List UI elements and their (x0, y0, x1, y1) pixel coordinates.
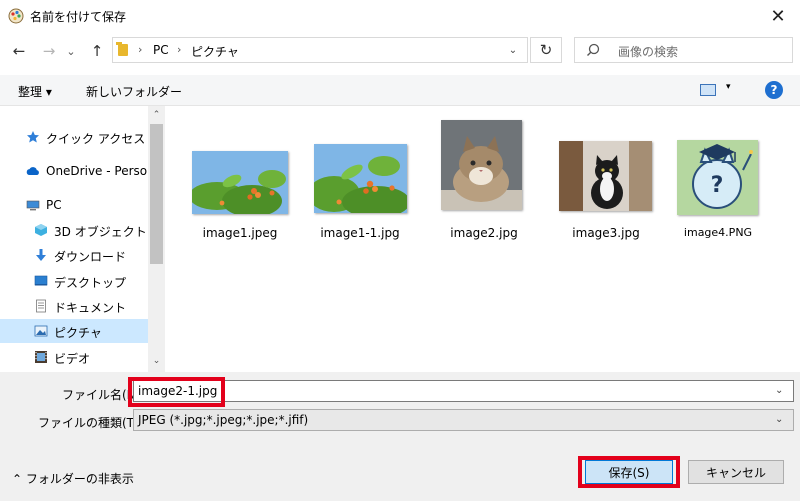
back-button[interactable]: ← (8, 40, 30, 62)
scroll-down-button[interactable]: ⌄ (148, 354, 165, 368)
image-thumbnail (314, 144, 407, 213)
filetype-label: ファイルの種類(T): (38, 416, 143, 430)
cancel-button[interactable]: キャンセル (688, 460, 784, 484)
breadcrumb-pictures[interactable]: ピクチャ (191, 43, 239, 60)
address-dropdown-button[interactable]: ⌄ (505, 42, 521, 58)
new-folder-button[interactable]: 新しいフォルダー (86, 83, 182, 100)
video-icon (35, 351, 47, 363)
sidebar-item-label: ドキュメント (54, 301, 127, 315)
pc-icon (26, 200, 40, 211)
star-icon (27, 131, 39, 143)
sidebar-item-label: PC (46, 198, 62, 212)
folder-icon (118, 44, 128, 56)
sidebar-item-label: ダウンロード (54, 250, 127, 264)
filename-dropdown-button[interactable]: ⌄ (775, 385, 783, 396)
cube-icon (35, 224, 47, 236)
sidebar-item-label: ビデオ (54, 352, 91, 366)
file-item[interactable]: image3.jpg (551, 125, 661, 255)
download-icon (36, 249, 46, 261)
cloud-icon (26, 167, 39, 175)
filename-input[interactable] (133, 380, 794, 402)
app-icon (8, 8, 24, 24)
file-name: image2.jpg (450, 226, 518, 240)
search-icon (587, 43, 600, 56)
forward-button[interactable]: → (38, 40, 60, 62)
image-thumbnail (441, 120, 522, 210)
hide-folders-toggle[interactable]: ⌃ フォルダーの非表示 (12, 470, 134, 487)
sidebar-item-downloads[interactable]: ダウンロード (0, 243, 148, 267)
sidebar-item-label: クイック アクセス (46, 132, 146, 146)
svg-text:?: ? (711, 173, 724, 198)
document-icon (36, 299, 46, 313)
search-box[interactable] (574, 37, 793, 63)
file-item[interactable]: ? image4.PNG (663, 125, 773, 255)
up-button[interactable]: ↑ (86, 40, 108, 62)
image-thumbnail (192, 151, 288, 214)
close-button[interactable]: ✕ (756, 0, 800, 32)
nav-scrollbar-thumb[interactable] (150, 124, 163, 264)
sidebar-item-pc[interactable]: PC (0, 193, 148, 217)
image-thumbnail (559, 141, 652, 211)
recent-locations-button[interactable]: ⌄ (64, 40, 78, 62)
breadcrumb-pc[interactable]: PC (153, 43, 169, 57)
pictures-icon (34, 325, 48, 337)
sidebar-item-videos[interactable]: ビデオ (0, 345, 148, 369)
sidebar-item-pictures[interactable]: ピクチャ (0, 319, 148, 343)
sidebar-item-label: ピクチャ (54, 326, 102, 340)
sidebar-item-quick-access[interactable]: クイック アクセス (0, 125, 148, 149)
file-name: image4.PNG (683, 226, 753, 239)
refresh-button[interactable]: ↻ (530, 37, 562, 63)
organize-menu-button[interactable]: 整理 ▾ (18, 83, 52, 100)
breadcrumb-separator: › (138, 43, 143, 56)
desktop-icon (34, 275, 48, 286)
help-button[interactable]: ? (765, 81, 783, 99)
filename-highlight-box (128, 377, 225, 407)
sidebar-item-3d-objects[interactable]: 3D オブジェクト (0, 218, 148, 242)
sidebar-item-documents[interactable]: ドキュメント (0, 294, 148, 318)
view-options-icon[interactable] (700, 84, 716, 96)
save-highlight-box (578, 456, 680, 488)
file-name: image1-1.jpg (320, 226, 400, 240)
file-item[interactable]: image2.jpg (429, 120, 539, 255)
address-bar[interactable] (112, 37, 528, 63)
sidebar-item-onedrive[interactable]: OneDrive - Person (0, 159, 155, 183)
search-placeholder: 画像の検索 (618, 45, 679, 59)
file-name: image3.jpg (572, 226, 640, 240)
sidebar-item-desktop[interactable]: デスクトップ (0, 269, 148, 293)
scroll-up-button[interactable]: ⌃ (148, 108, 165, 122)
sidebar-item-label: OneDrive - Person (46, 164, 155, 178)
file-item[interactable]: image1.jpeg (185, 125, 295, 255)
filetype-dropdown-button[interactable]: ⌄ (775, 414, 783, 425)
filetype-value: JPEG (*.jpg;*.jpeg;*.jpe;*.jfif) (138, 413, 309, 427)
breadcrumb-separator: › (177, 43, 182, 56)
file-name: image1.jpeg (202, 226, 278, 240)
file-item[interactable]: image1-1.jpg (305, 125, 415, 255)
sidebar-item-label: デスクトップ (54, 276, 127, 290)
sidebar-item-label: 3D オブジェクト (54, 225, 147, 239)
image-thumbnail: ? (677, 140, 758, 215)
view-options-dropdown[interactable]: ▾ (726, 82, 731, 92)
window-title: 名前を付けて保存 (30, 10, 127, 24)
